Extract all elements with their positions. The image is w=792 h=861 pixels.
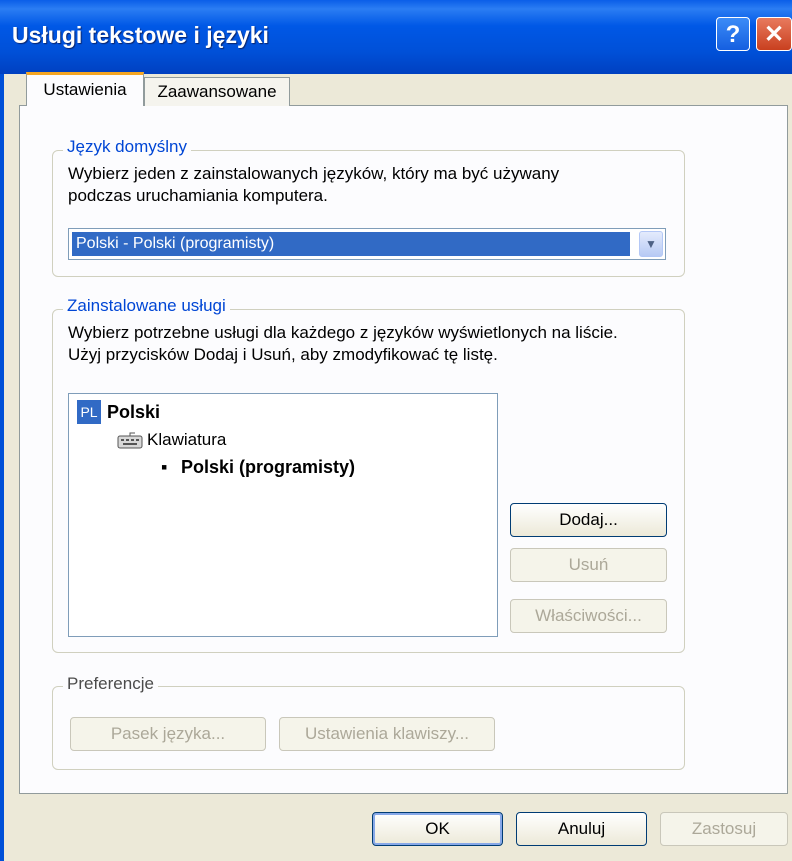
window-frame-left — [0, 74, 4, 861]
preferences-legend: Preferencje — [63, 674, 158, 694]
keyboard-icon — [117, 432, 143, 449]
ok-button[interactable]: OK — [372, 812, 503, 846]
installed-services-legend: Zainstalowane usługi — [63, 296, 230, 316]
language-code-icon: PL — [77, 400, 101, 424]
properties-button[interactable]: Właściwości... — [510, 599, 667, 633]
tree-item-keyboard[interactable]: Klawiatura — [147, 428, 226, 452]
ok-button-label: OK — [425, 819, 450, 838]
installed-services-description-line2: Użyj przycisków Dodaj i Usuń, aby zmodyf… — [68, 345, 498, 364]
cancel-button-label: Anuluj — [557, 819, 606, 838]
language-bar-button[interactable]: Pasek języka... — [70, 717, 266, 751]
tab-advanced[interactable]: Zaawansowane — [144, 77, 290, 106]
apply-button-label: Zastosuj — [691, 819, 757, 838]
add-button[interactable]: Dodaj... — [510, 503, 667, 537]
default-language-selected-value: Polski - Polski (programisty) — [72, 232, 630, 256]
cancel-button[interactable]: Anuluj — [516, 812, 647, 846]
apply-button[interactable]: Zastosuj — [660, 812, 788, 846]
chevron-down-icon[interactable]: ▼ — [639, 231, 663, 257]
tree-bullet: ▪ — [161, 457, 168, 477]
tree-item-language[interactable]: Polski — [107, 400, 160, 424]
language-bar-button-label: Pasek języka... — [110, 724, 226, 743]
window-title: Usługi tekstowe i języki — [12, 22, 269, 48]
dialog-window: Usługi tekstowe i języki ? ✕ Ustawienia … — [0, 0, 792, 861]
key-settings-button-label: Ustawienia klawiszy... — [304, 724, 470, 743]
installed-services-tree[interactable]: PL Polski Klawiatura ▪ Polski (programis… — [68, 393, 498, 637]
default-language-select[interactable]: Polski - Polski (programisty) ▼ — [68, 228, 666, 260]
remove-button[interactable]: Usuń — [510, 548, 667, 582]
installed-services-description-line1: Wybierz potrzebne usługi dla każdego z j… — [68, 323, 618, 342]
default-language-legend: Język domyślny — [63, 137, 191, 157]
tree-item-layout[interactable]: Polski (programisty) — [181, 455, 355, 479]
properties-button-label: Właściwości... — [535, 606, 642, 625]
add-button-label: Dodaj... — [559, 510, 618, 529]
title-bar: Usługi tekstowe i języki ? ✕ — [0, 0, 792, 74]
help-button[interactable]: ? — [716, 17, 750, 51]
default-language-description-line1: Wybierz jeden z zainstalowanych języków,… — [68, 164, 560, 183]
default-language-description-line2: podczas uruchamiania komputera. — [68, 186, 328, 205]
tab-settings[interactable]: Ustawienia — [26, 72, 144, 106]
remove-button-label: Usuń — [568, 555, 609, 574]
close-button[interactable]: ✕ — [756, 17, 792, 51]
key-settings-button[interactable]: Ustawienia klawiszy... — [279, 717, 495, 751]
